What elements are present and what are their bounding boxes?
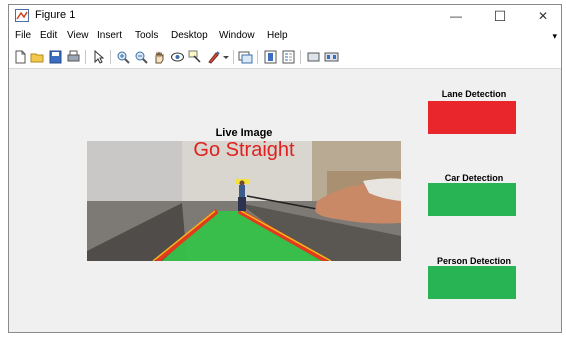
figure-canvas: Live Image Go Straight Lane Detection Ca…: [9, 69, 561, 332]
toolbar-separator: [85, 50, 86, 64]
menu-insert[interactable]: Insert: [97, 30, 122, 41]
brush-dropdown-icon[interactable]: [222, 50, 230, 64]
zoom-in-icon[interactable]: [116, 50, 131, 64]
print-icon[interactable]: [66, 50, 81, 64]
direction-command-text: Go Straight: [193, 139, 295, 161]
menu-view[interactable]: View: [67, 30, 89, 41]
title-bar: Figure 1 — ☐ ✕: [9, 5, 561, 27]
data-cursor-icon[interactable]: [188, 50, 203, 64]
toolbar: [9, 46, 561, 69]
close-button[interactable]: ✕: [523, 5, 561, 27]
car-detection-title: Car Detection: [444, 173, 504, 183]
lane-detection-indicator: [428, 101, 516, 134]
toolbar-separator: [257, 50, 258, 64]
menu-desktop[interactable]: Desktop: [171, 30, 208, 41]
menu-file[interactable]: File: [15, 30, 31, 41]
window-title: Figure 1: [35, 9, 76, 21]
pointer-icon[interactable]: [91, 50, 106, 64]
rotate-3d-icon[interactable]: [170, 50, 185, 64]
toolbar-separator: [300, 50, 301, 64]
car-detection-indicator: [428, 183, 516, 216]
menu-help[interactable]: Help: [267, 30, 288, 41]
colorbar-icon[interactable]: [263, 50, 278, 64]
open-file-icon[interactable]: [30, 50, 45, 64]
save-icon[interactable]: [48, 50, 63, 64]
menu-bar: File Edit View Insert Tools Desktop Wind…: [9, 27, 561, 46]
toolbar-separator: [110, 50, 111, 64]
legend-icon[interactable]: [281, 50, 296, 64]
person-detection-title: Person Detection: [436, 256, 512, 266]
minimize-button[interactable]: —: [436, 5, 476, 27]
hide-plot-tools-icon[interactable]: [306, 50, 321, 64]
brush-icon[interactable]: [206, 50, 221, 64]
show-plot-tools-icon[interactable]: [324, 50, 339, 64]
zoom-out-icon[interactable]: [134, 50, 149, 64]
lane-detection-title: Lane Detection: [441, 89, 507, 99]
menu-tools[interactable]: Tools: [135, 30, 158, 41]
matlab-figure-icon: [15, 9, 29, 22]
menu-window[interactable]: Window: [219, 30, 255, 41]
person-detection-indicator: [428, 266, 516, 299]
pan-icon[interactable]: [152, 50, 167, 64]
link-plot-icon[interactable]: [238, 50, 253, 64]
menu-edit[interactable]: Edit: [40, 30, 57, 41]
plot-title: Live Image: [215, 127, 273, 139]
menu-overflow-arrow-icon[interactable]: ▾: [552, 31, 557, 42]
toolbar-separator: [233, 50, 234, 64]
maximize-button[interactable]: ☐: [480, 5, 520, 27]
figure-window: Figure 1 — ☐ ✕ File Edit View Insert Too…: [8, 4, 562, 333]
new-figure-icon[interactable]: [13, 50, 28, 64]
